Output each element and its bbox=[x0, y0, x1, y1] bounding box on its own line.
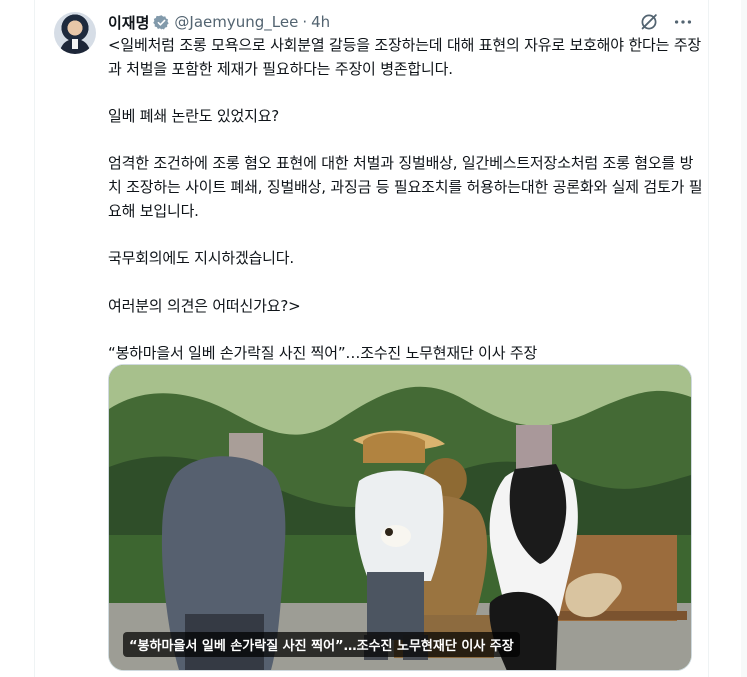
photo-illustration bbox=[109, 365, 691, 670]
author-name[interactable]: 이재명 bbox=[108, 12, 149, 33]
scrollbar[interactable] bbox=[741, 0, 747, 677]
author-handle[interactable]: @Jaemyung_Lee bbox=[174, 13, 298, 31]
tweet-header: 이재명 @Jaemyung_Lee · 4h bbox=[108, 11, 330, 33]
tweet-paragraph: 엄격한 조건하에 조롱 혐오 표현에 대한 처벌과 징벌배상, 일간베스트저장소… bbox=[108, 154, 703, 220]
tweet-media-photo[interactable]: “봉하마을서 일베 손가락질 사진 찍어”…조수진 노무현재단 이사 주장 bbox=[108, 364, 692, 671]
tweet-card[interactable]: 이재명 @Jaemyung_Lee · 4h <일베처럼 조롱 모욕으로 사회분… bbox=[34, 0, 708, 677]
avatar-shirt bbox=[72, 39, 78, 49]
more-options-icon[interactable] bbox=[672, 11, 694, 33]
verified-badge-icon[interactable] bbox=[153, 14, 170, 31]
tweet-paragraph: 여러분의 의견은 어떠신가요?> bbox=[108, 296, 301, 315]
media-caption: “봉하마을서 일베 손가락질 사진 찍어”…조수진 노무현재단 이사 주장 bbox=[123, 632, 520, 657]
avatar[interactable] bbox=[54, 12, 96, 54]
tweet-paragraph: 일베 폐쇄 논란도 있었지요? bbox=[108, 107, 280, 126]
tweet-paragraph: <일베처럼 조롱 모욕으로 사회분열 갈등을 조장하는데 대해 표현의 자유로 … bbox=[108, 36, 702, 78]
timestamp[interactable]: 4h bbox=[311, 13, 330, 31]
tweet-paragraph: “봉하마을서 일베 손가락질 사진 찍어”…조수진 노무현재단 이사 주장 bbox=[108, 344, 538, 363]
tweet-paragraph: 국무회의에도 지시하겠습니다. bbox=[108, 249, 294, 268]
tweet-text: <일베처럼 조롱 모욕으로 사회분열 갈등을 조장하는데 대해 표현의 자유로 … bbox=[108, 34, 704, 389]
separator-dot: · bbox=[302, 13, 308, 31]
timeline-right-border bbox=[708, 0, 709, 677]
grok-icon[interactable] bbox=[638, 11, 660, 33]
